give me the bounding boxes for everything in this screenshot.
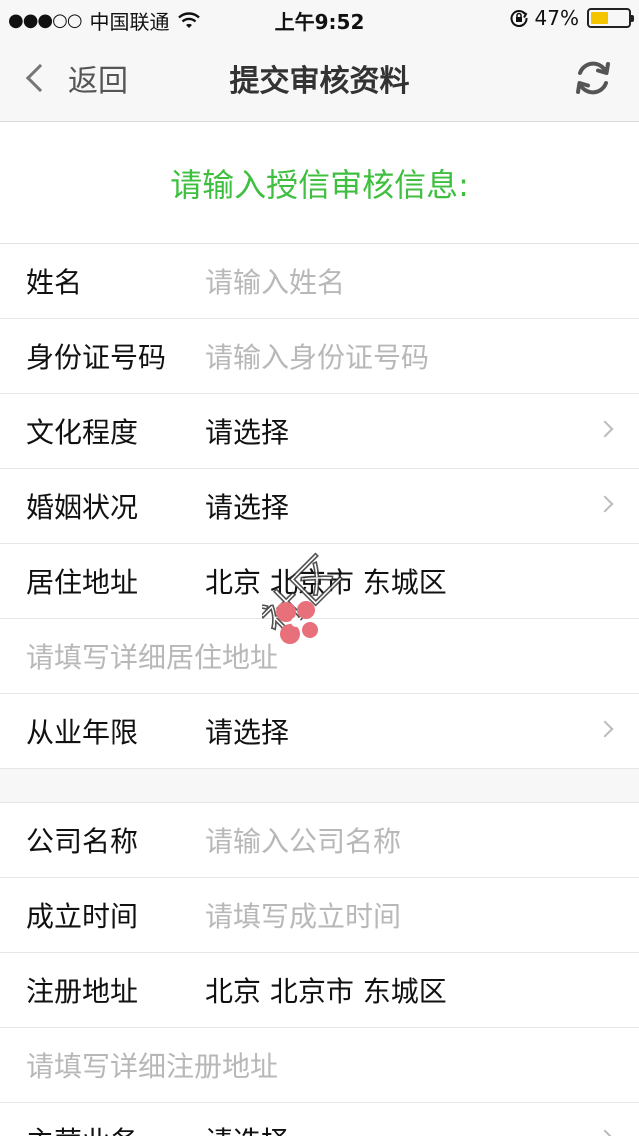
personal-row-6[interactable]: 从业年限 请选择 <box>0 694 639 769</box>
personal-row-4[interactable]: 居住地址 北京 北京市 东城区 <box>0 544 639 619</box>
form-content: 请输入授信审核信息: 姓名 请输入姓名 身份证号码 请输入身份证号码 文化程度 请选择 婚姻… <box>0 122 639 1136</box>
text-input-field[interactable]: 请输入公司名称 <box>205 820 401 860</box>
select-field-value[interactable]: 请选择 <box>205 486 289 526</box>
chevron-right-icon <box>596 1129 614 1136</box>
section-divider <box>0 769 639 803</box>
select-field-value[interactable]: 请选择 <box>205 411 289 451</box>
personal-row-0[interactable]: 姓名 请输入姓名 <box>0 244 639 319</box>
text-input-field[interactable]: 请输入身份证号码 <box>205 336 429 376</box>
page-title: 提交审核资料 <box>229 64 410 99</box>
form-instruction: 请输入授信审核信息: <box>0 122 639 244</box>
select-field-value[interactable]: 请选择 <box>205 1120 289 1136</box>
field-label: 文化程度 <box>26 416 139 449</box>
battery-level-fill <box>591 12 608 24</box>
field-label: 婚姻状况 <box>26 491 139 524</box>
field-label: 主营业务 <box>0 1120 205 1136</box>
status-right: 47% <box>509 6 634 30</box>
refresh-icon[interactable] <box>571 56 615 100</box>
battery-icon <box>587 8 634 28</box>
field-value[interactable]: 北京 北京市 东城区 <box>205 561 447 601</box>
chevron-right-icon <box>596 720 614 738</box>
status-bar: ●●●○○ 中国联通 上午9:52 47% <box>0 0 639 36</box>
chevron-right-icon <box>596 495 614 513</box>
field-label: 注册地址 <box>26 975 139 1008</box>
field-label: 姓名 <box>26 266 83 299</box>
field-label: 从业年限 <box>26 716 139 749</box>
rotation-lock-icon <box>510 10 528 27</box>
text-input-field[interactable]: 请填写详细居住地址 <box>0 636 278 676</box>
chevron-right-icon <box>596 420 614 438</box>
company-info-section: 公司名称 请输入公司名称成立时间 请填写成立时间注册地址 北京 北京市 东城区请填写详… <box>0 803 639 1136</box>
field-value[interactable]: 北京 北京市 东城区 <box>205 970 447 1010</box>
navigation-bar: 返回 提交审核资料 <box>0 36 639 122</box>
company-row-1[interactable]: 成立时间 请填写成立时间 <box>0 878 639 953</box>
company-row-0[interactable]: 公司名称 请输入公司名称 <box>0 803 639 878</box>
field-label: 居住地址 <box>26 566 139 599</box>
company-row-4[interactable]: 主营业务请选择 <box>0 1103 639 1136</box>
personal-info-section: 姓名 请输入姓名 身份证号码 请输入身份证号码 文化程度 请选择 婚姻状况 请选择 居住地址 北京… <box>0 244 639 769</box>
company-row-2[interactable]: 注册地址 北京 北京市 东城区 <box>0 953 639 1028</box>
field-label: 公司名称 <box>26 825 139 858</box>
personal-row-3[interactable]: 婚姻状况 请选择 <box>0 469 639 544</box>
field-label: 成立时间 <box>26 900 139 933</box>
text-input-field[interactable]: 请输入姓名 <box>205 261 345 301</box>
battery-percentage: 47% <box>534 6 579 30</box>
field-label: 身份证号码 <box>26 341 167 374</box>
text-input-field[interactable]: 请填写详细注册地址 <box>0 1045 278 1085</box>
personal-row-5[interactable]: 请填写详细居住地址 <box>0 619 639 694</box>
select-field-value[interactable]: 请选择 <box>205 711 289 751</box>
text-input-field[interactable]: 请填写成立时间 <box>205 895 401 935</box>
company-row-3[interactable]: 请填写详细注册地址 <box>0 1028 639 1103</box>
personal-row-1[interactable]: 身份证号码 请输入身份证号码 <box>0 319 639 394</box>
personal-row-2[interactable]: 文化程度 请选择 <box>0 394 639 469</box>
